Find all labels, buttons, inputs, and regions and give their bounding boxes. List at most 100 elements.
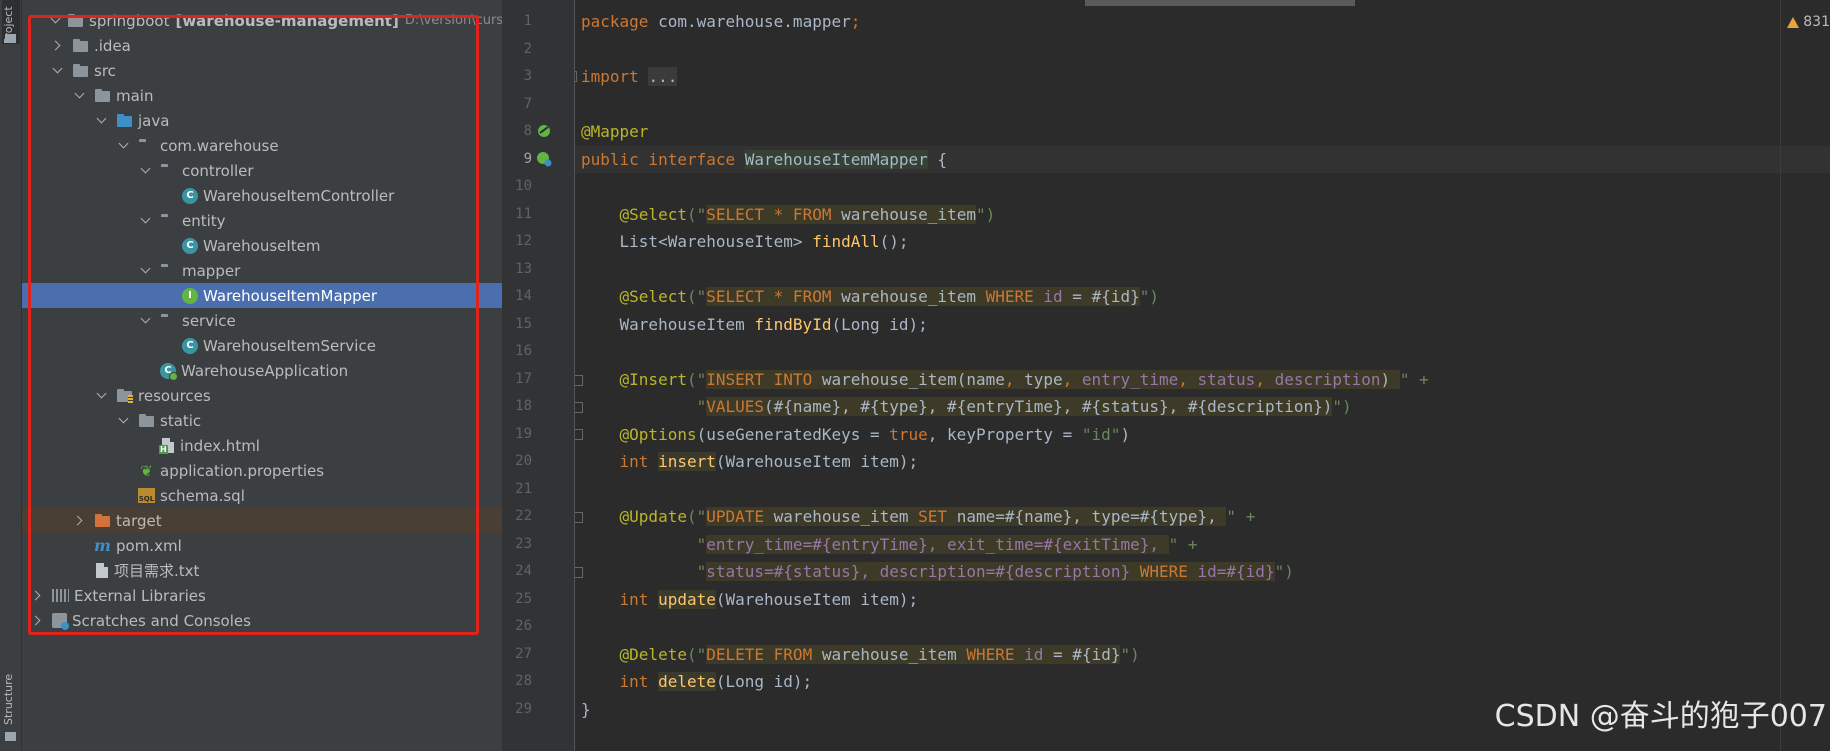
chevron-down-icon[interactable]: [52, 14, 59, 28]
tree-item-java[interactable]: java: [22, 108, 502, 133]
implementation-gutter-icon[interactable]: [535, 150, 553, 168]
tree-item-label: src: [94, 61, 116, 80]
structure-icon: [5, 732, 16, 741]
code-line-28: int delete(Long id);: [619, 672, 813, 691]
tree-item-label: 项目需求.txt: [114, 562, 200, 580]
tree-item-label: mapper: [182, 261, 241, 280]
chevron-down-icon[interactable]: [94, 114, 108, 128]
tree-item-label: WarehouseItemService: [203, 336, 376, 355]
tree-item-label: WarehouseItemController: [203, 186, 395, 205]
project-panel: springboot [warehouse-management] D:\ver…: [22, 0, 502, 751]
chevron-right-icon[interactable]: [30, 589, 44, 603]
tree-item-label: Scratches and Consoles: [72, 611, 251, 630]
tree-item-idea[interactable]: .idea: [22, 33, 502, 58]
tree-item-mapper[interactable]: mapper: [22, 258, 502, 283]
tree-item-warehouseapplication[interactable]: C WarehouseApplication: [22, 358, 502, 383]
line-number: 22: [515, 508, 532, 524]
tree-item-label: application.properties: [160, 461, 325, 480]
interface-icon: I: [182, 287, 198, 304]
tree-item-warehouseitemcontroller[interactable]: C WarehouseItemController: [22, 183, 502, 208]
warnings-indicator[interactable]: 831: [1787, 14, 1830, 30]
line-number: 3: [523, 68, 532, 84]
tree-item-label: WarehouseItem: [203, 236, 321, 255]
line-number: 21: [515, 481, 532, 497]
folder-icon: [138, 413, 155, 428]
tree-item-index-html[interactable]: index.html: [22, 433, 502, 458]
warning-icon: [1787, 16, 1800, 28]
chevron-right-icon[interactable]: [30, 614, 44, 628]
chevron-down-icon[interactable]: [138, 164, 152, 178]
chevron-down-icon[interactable]: [138, 264, 152, 278]
tree-item-application-properties[interactable]: ❦ application.properties: [22, 458, 502, 483]
chevron-down-icon[interactable]: [138, 214, 152, 228]
line-number: 10: [515, 178, 532, 194]
structure-tool-tab[interactable]: Structure: [2, 650, 20, 725]
tree-item-src[interactable]: src: [22, 58, 502, 83]
tree-item-pom-xml[interactable]: m pom.xml: [22, 533, 502, 558]
tree-item-label: main: [116, 86, 154, 105]
tree-item-label: External Libraries: [74, 586, 206, 605]
code-line-12: List<WarehouseItem> findAll();: [619, 232, 909, 251]
tree-item-entity[interactable]: entity: [22, 208, 502, 233]
code-line-14: @Select("SELECT * FROM warehouse_item WH…: [619, 287, 1159, 306]
chevron-right-icon[interactable]: [72, 514, 86, 528]
tree-item-external-libraries[interactable]: External Libraries: [22, 583, 502, 608]
sql-file-icon: SQL: [138, 488, 155, 503]
package-icon: [160, 213, 177, 228]
tree-item-com-warehouse[interactable]: com.warehouse: [22, 133, 502, 158]
warnings-count: 831: [1803, 14, 1830, 30]
line-number: 29: [515, 701, 532, 717]
tree-item-label: controller: [182, 161, 254, 180]
tree-item-label: static: [160, 411, 202, 430]
spring-bean-gutter-icon[interactable]: [535, 122, 553, 140]
tree-item-static[interactable]: static: [22, 408, 502, 433]
line-number: 18: [515, 398, 532, 414]
resources-folder-icon: [116, 388, 133, 403]
chevron-down-icon[interactable]: [138, 314, 152, 328]
tree-item-schema-sql[interactable]: SQL schema.sql: [22, 483, 502, 508]
code-line-22: @Update("UPDATE warehouse_item SET name=…: [619, 507, 1256, 526]
tree-root-springboot[interactable]: springboot [warehouse-management] D:\ver…: [22, 8, 502, 33]
package-icon: [160, 263, 177, 278]
tree-item-label: com.warehouse: [160, 136, 279, 155]
line-number: 25: [515, 591, 532, 607]
chevron-down-icon[interactable]: [72, 89, 86, 103]
tree-item-controller[interactable]: controller: [22, 158, 502, 183]
chevron-right-icon[interactable]: [50, 39, 64, 53]
html-file-icon: [159, 438, 174, 454]
tree-item-requirements-txt[interactable]: 项目需求.txt: [22, 558, 502, 583]
tree-item-resources[interactable]: resources: [22, 383, 502, 408]
horizontal-scrollbar[interactable]: [1085, 0, 1355, 6]
code-editor[interactable]: package com.warehouse.mapper; import ...…: [575, 0, 1830, 751]
line-number: 27: [515, 646, 532, 662]
package-icon: [160, 313, 177, 328]
chevron-down-icon[interactable]: [116, 139, 130, 153]
tree-item-label: pom.xml: [116, 536, 182, 555]
libraries-icon: [52, 589, 69, 602]
tree-item-label: WarehouseApplication: [181, 361, 349, 380]
tree-item-warehouseitem[interactable]: C WarehouseItem: [22, 233, 502, 258]
tool-window-strip: Project Structure: [0, 0, 22, 751]
code-line-27: @Delete("DELETE FROM warehouse_item WHER…: [619, 645, 1140, 664]
tree-item-service[interactable]: service: [22, 308, 502, 333]
tree-item-warehouseitemservice[interactable]: C WarehouseItemService: [22, 333, 502, 358]
tree-item-warehouseitemmapper[interactable]: I WarehouseItemMapper: [22, 283, 502, 308]
watermark: CSDN @奋斗的狍子007: [1494, 699, 1827, 734]
chevron-down-icon[interactable]: [116, 414, 130, 428]
tree-item-label: java: [138, 111, 170, 130]
tree-item-scratches[interactable]: Scratches and Consoles: [22, 608, 502, 633]
line-number: 26: [515, 618, 532, 634]
line-number: 14: [515, 288, 532, 304]
chevron-down-icon[interactable]: [94, 389, 108, 403]
tree-item-target[interactable]: target: [22, 508, 502, 533]
folder-icon: [72, 63, 89, 78]
spring-app-icon: C: [160, 362, 178, 381]
tree-item-main[interactable]: main: [22, 83, 502, 108]
line-number: 11: [515, 206, 532, 222]
line-number: 24: [515, 563, 532, 579]
code-line-11: @Select("SELECT * FROM warehouse_item"): [619, 205, 996, 224]
class-icon: C: [182, 237, 198, 254]
line-number: 20: [515, 453, 532, 469]
chevron-down-icon[interactable]: [50, 64, 64, 78]
fold-marker-icon[interactable]: [575, 71, 577, 82]
